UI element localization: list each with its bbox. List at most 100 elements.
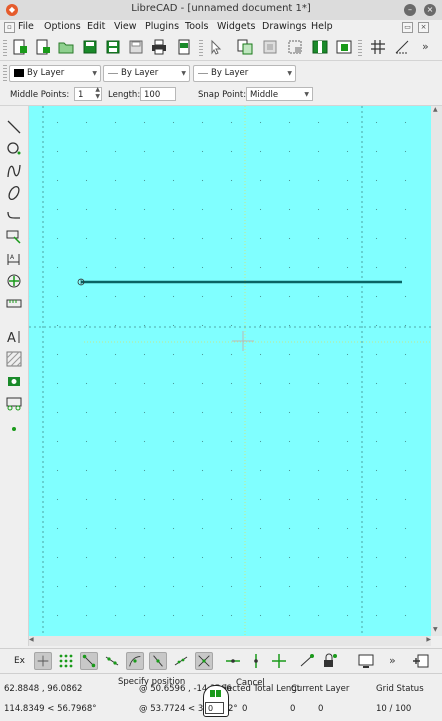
draft-mode-icon[interactable] xyxy=(394,39,410,55)
grid-status-label: Grid Status xyxy=(376,684,424,694)
status-bar: 62.8848 , 96.0862 114.8349 < 56.7968° @ … xyxy=(0,673,442,721)
restrict-vertical-icon[interactable] xyxy=(247,652,265,670)
dimension-tool-icon[interactable]: A xyxy=(5,250,23,268)
toolbar-grip[interactable] xyxy=(199,40,203,56)
snap-on-entity-icon[interactable] xyxy=(103,652,121,670)
scroll-up-icon[interactable]: ▲ xyxy=(433,106,438,113)
line-tool-icon[interactable] xyxy=(5,118,23,136)
restrict-orthogonal-icon[interactable] xyxy=(270,652,288,670)
toolbar-grip[interactable] xyxy=(3,65,7,81)
vertical-scrollbar[interactable]: ▲ ▼ xyxy=(431,106,442,636)
restore-icon[interactable]: ▭ xyxy=(402,22,413,33)
line-type-swatch xyxy=(198,73,208,74)
save-as-icon[interactable] xyxy=(105,39,121,55)
length-input[interactable]: 100 xyxy=(140,87,176,101)
toolbar-overflow-icon[interactable]: » xyxy=(422,40,429,53)
minimize-icon[interactable]: – xyxy=(404,4,416,16)
toolbar-overflow-icon[interactable]: » xyxy=(389,654,396,667)
document-icon[interactable]: ▫ xyxy=(4,22,15,33)
add-layer-icon[interactable] xyxy=(412,652,430,670)
cut-icon[interactable] xyxy=(262,39,278,55)
toolbar-grip[interactable] xyxy=(3,40,7,56)
new-template-icon[interactable] xyxy=(35,39,51,55)
menu-options[interactable]: Options xyxy=(44,21,81,32)
select-tool-icon[interactable] xyxy=(5,228,23,246)
image-tool-icon[interactable] xyxy=(5,372,23,390)
command-input[interactable]: 0 xyxy=(205,702,224,714)
menu-edit[interactable]: Edit xyxy=(87,21,105,32)
menu-widgets[interactable]: Widgets xyxy=(217,21,255,32)
selected-count: 0 xyxy=(242,704,248,714)
select-pointer-icon[interactable] xyxy=(208,39,224,55)
length-label: Length: xyxy=(108,90,141,100)
pen-width-select[interactable]: By Layer ▼ xyxy=(103,65,190,82)
menu-help[interactable]: Help xyxy=(311,21,333,32)
close-icon[interactable]: × xyxy=(424,4,436,16)
snap-point-value: Middle xyxy=(250,90,279,100)
relative-zero-icon[interactable] xyxy=(298,652,316,670)
scroll-down-icon[interactable]: ▼ xyxy=(433,626,438,633)
absolute-coordinates: 62.8848 , 96.0862 xyxy=(4,684,83,694)
insert-block-icon[interactable] xyxy=(336,39,352,55)
spinner-arrows-icon[interactable]: ▲ ▼ xyxy=(95,86,100,100)
screen-icon[interactable] xyxy=(357,652,375,670)
block-icon[interactable] xyxy=(312,39,328,55)
menu-drawings[interactable]: Drawings xyxy=(262,21,306,32)
restrict-horizontal-icon[interactable] xyxy=(224,652,242,670)
snap-middle-icon[interactable] xyxy=(149,652,167,670)
snap-distance-icon[interactable] xyxy=(172,652,190,670)
measure-tool-icon[interactable] xyxy=(5,294,23,312)
scroll-left-icon[interactable]: ◀ xyxy=(29,636,34,643)
block-tool-icon[interactable] xyxy=(5,394,23,412)
curve-tool-icon[interactable] xyxy=(5,162,23,180)
menu-tools[interactable]: Tools xyxy=(185,21,208,32)
print-icon[interactable] xyxy=(151,39,167,55)
line-type-select[interactable]: By Layer ▼ xyxy=(193,65,296,82)
middle-points-spinbox[interactable]: 1 ▲ ▼ xyxy=(74,86,102,101)
snap-free-icon[interactable] xyxy=(34,652,52,670)
paste-icon[interactable] xyxy=(287,39,303,55)
save-all-icon[interactable] xyxy=(128,39,144,55)
text-tool-icon[interactable]: A xyxy=(5,328,23,346)
doc-close-icon[interactable]: × xyxy=(418,22,429,33)
menu-plugins[interactable]: Plugins xyxy=(145,21,179,32)
snap-intersection-icon[interactable] xyxy=(195,652,213,670)
horizontal-scrollbar[interactable]: ◀ ▶ xyxy=(29,636,431,646)
ellipse-tool-icon[interactable] xyxy=(5,184,23,202)
current-layer-value: 0 xyxy=(318,704,324,714)
pen-toolbar: By Layer ▼ By Layer ▼ By Layer ▼ xyxy=(0,61,442,86)
snap-endpoint-icon[interactable] xyxy=(80,652,98,670)
snap-center-icon[interactable] xyxy=(126,652,144,670)
tools-toolbar: A A xyxy=(0,106,29,646)
relative-polar: @ 53.7724 < 34 xyxy=(139,704,209,714)
exclusive-snap-label[interactable]: Ex xyxy=(14,656,25,666)
modify-tool-icon[interactable] xyxy=(5,272,23,290)
chevron-down-icon: ▼ xyxy=(304,91,309,98)
new-file-icon[interactable] xyxy=(12,39,28,55)
snap-toolbar: Ex » xyxy=(0,648,442,673)
grid-status-value: 10 / 100 xyxy=(376,704,412,714)
main-toolbar: » xyxy=(0,36,442,94)
print-preview-icon[interactable] xyxy=(176,39,192,55)
scroll-right-icon[interactable]: ▶ xyxy=(426,636,431,643)
color-swatch xyxy=(14,69,24,77)
save-icon[interactable] xyxy=(82,39,98,55)
menu-file[interactable]: File xyxy=(18,21,34,32)
snap-grid-icon[interactable] xyxy=(57,652,75,670)
point-tool-icon[interactable] xyxy=(5,420,23,438)
drawing-canvas[interactable] xyxy=(29,106,431,636)
polyline-tool-icon[interactable] xyxy=(5,206,23,224)
grid-icon[interactable] xyxy=(370,39,386,55)
title-bar: ◆ LibreCAD - [unnamed document 1*] – × xyxy=(0,0,442,21)
open-folder-icon[interactable] xyxy=(58,39,74,55)
lock-relative-zero-icon[interactable] xyxy=(321,652,339,670)
menu-view[interactable]: View xyxy=(114,21,137,32)
canvas-overlay xyxy=(29,106,431,636)
pen-color-select[interactable]: By Layer ▼ xyxy=(9,65,101,82)
snap-point-select[interactable]: Middle ▼ xyxy=(246,87,313,101)
copy-icon[interactable] xyxy=(237,39,253,55)
circle-tool-icon[interactable] xyxy=(5,140,23,158)
chevron-down-icon: ▼ xyxy=(181,70,186,77)
hatch-tool-icon[interactable] xyxy=(5,350,23,368)
toolbar-grip[interactable] xyxy=(358,40,362,56)
